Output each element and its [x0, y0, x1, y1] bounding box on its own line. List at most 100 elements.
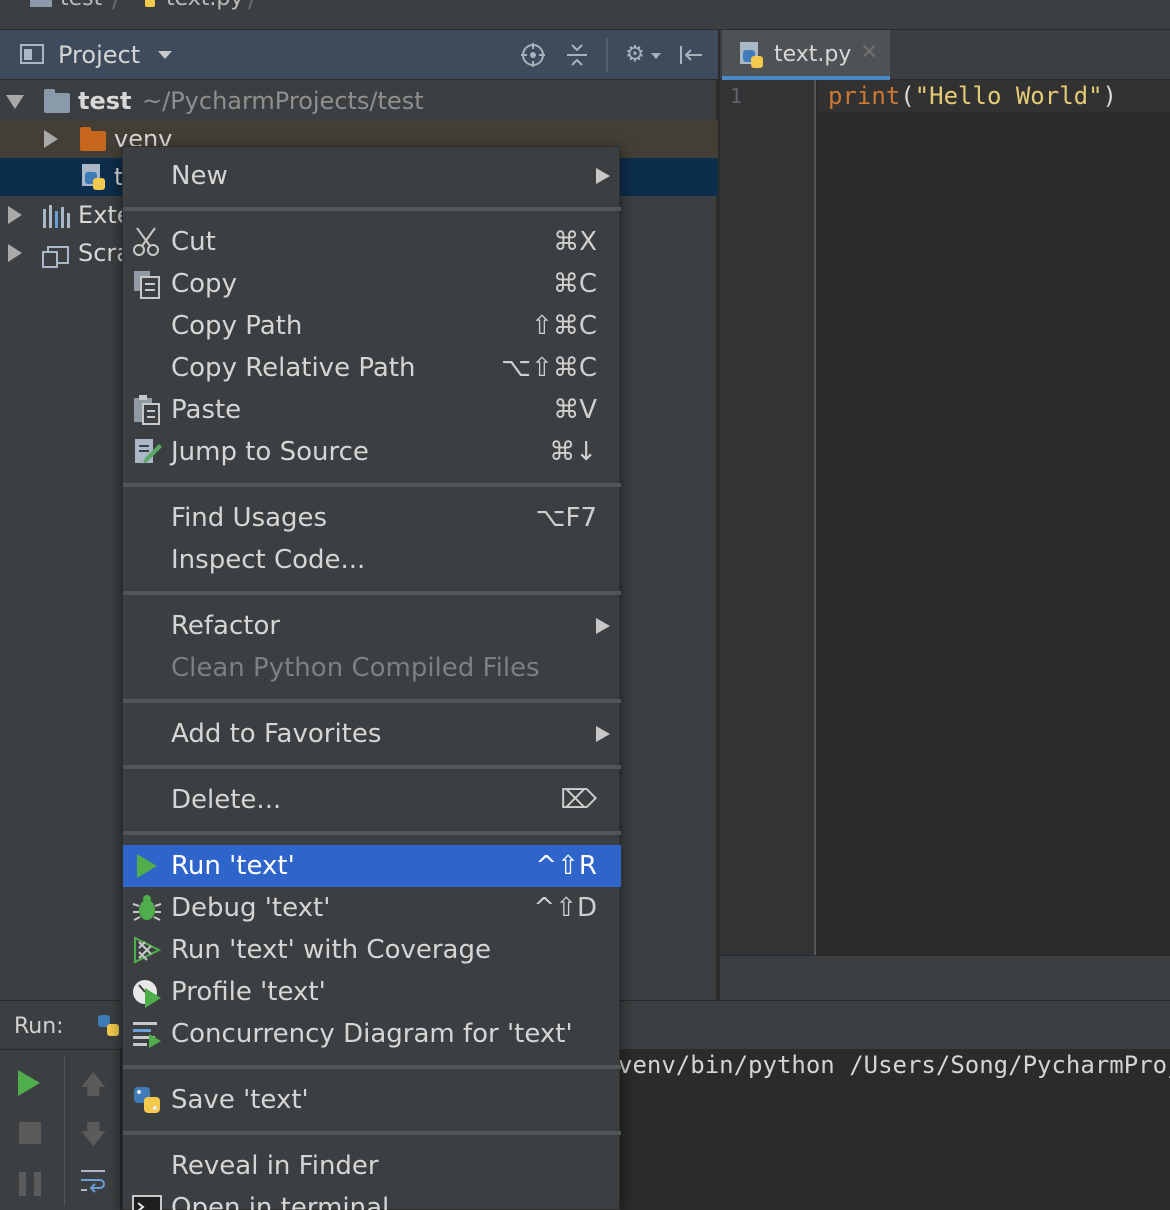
arrow-up-icon[interactable]: 🡅: [80, 1066, 107, 1110]
menu-item-copy-relative-path[interactable]: Copy Relative Path ⌥⇧⌘C: [123, 347, 621, 389]
menu-item-save[interactable]: Save 'text': [123, 1079, 621, 1121]
menu-item-copy-path[interactable]: Copy Path ⇧⌘C: [123, 305, 621, 347]
menu-separator: [123, 483, 621, 487]
menu-separator: [123, 591, 621, 595]
project-view-icon: [20, 43, 46, 67]
menu-item-run[interactable]: Run 'text' ^⇧R: [123, 845, 621, 887]
editor-code-area[interactable]: print("Hello World"): [818, 80, 1170, 955]
expand-arrow-icon[interactable]: [6, 95, 24, 109]
menu-item-jump-to-source[interactable]: Jump to Source ⌘↓: [123, 431, 621, 473]
bug-icon: [131, 892, 163, 924]
scissors-icon: [131, 226, 163, 258]
menu-item-reveal-in-finder[interactable]: Reveal in Finder: [123, 1145, 621, 1187]
tree-item-path: ~/PycharmProjects/test: [142, 87, 424, 115]
stop-icon[interactable]: [19, 1122, 41, 1144]
menu-separator: [123, 699, 621, 703]
menu-item-label: Refactor: [171, 611, 281, 641]
python-file-icon: [80, 162, 110, 192]
context-menu: New Cut ⌘X Copy ⌘C Copy Path ⇧⌘C Copy Re…: [122, 146, 621, 1210]
editor-tab-text-py[interactable]: text.py ✕: [722, 30, 890, 80]
folder-icon: [44, 89, 70, 113]
pause-icon[interactable]: [19, 1172, 41, 1196]
run-panel-label: Run:: [14, 1014, 64, 1039]
menu-item-label: Profile 'text': [171, 977, 326, 1007]
chevron-down-icon[interactable]: [651, 53, 661, 59]
menu-item-label: Copy Relative Path: [171, 353, 416, 383]
menu-item-shortcut: ⌥F7: [535, 503, 597, 533]
submenu-arrow-icon: [596, 618, 610, 634]
locate-target-icon[interactable]: [520, 42, 546, 68]
submenu-arrow-icon: [596, 168, 610, 184]
line-number: 1: [730, 84, 743, 108]
menu-item-find-usages[interactable]: Find Usages ⌥F7: [123, 497, 621, 539]
expand-arrow-icon[interactable]: [44, 130, 58, 148]
menu-item-concurrency-diagram[interactable]: Concurrency Diagram for 'text': [123, 1013, 621, 1055]
menu-item-label: Paste: [171, 395, 242, 425]
breadcrumb-label: test: [60, 0, 102, 11]
library-icon: [42, 202, 72, 228]
menu-item-open-in-terminal[interactable]: Open in terminal: [123, 1187, 621, 1210]
coverage-icon: [131, 934, 163, 966]
breadcrumb-item-file[interactable]: text.py: [136, 0, 243, 11]
code-string: "Hello World": [914, 82, 1103, 110]
python-run-config-icon[interactable]: [96, 1013, 122, 1039]
menu-separator: [123, 1065, 621, 1069]
menu-item-shortcut: ^⇧R: [535, 851, 597, 881]
menu-item-paste[interactable]: Paste ⌘V: [123, 389, 621, 431]
copy-icon: [131, 268, 163, 300]
menu-item-shortcut: ⇧⌘C: [531, 311, 597, 341]
menu-item-shortcut: ⌦: [560, 785, 597, 815]
play-icon[interactable]: [18, 1070, 40, 1096]
breadcrumb-item-test[interactable]: test: [30, 0, 102, 11]
menu-separator: [123, 207, 621, 211]
gear-icon[interactable]: ⚙: [622, 42, 648, 68]
menu-item-cut[interactable]: Cut ⌘X: [123, 221, 621, 263]
play-icon: [131, 850, 163, 882]
expand-arrow-icon[interactable]: [8, 244, 22, 262]
close-icon[interactable]: ✕: [860, 40, 878, 65]
header-divider: [606, 38, 608, 72]
paste-icon: [131, 394, 163, 426]
menu-item-label: Clean Python Compiled Files: [171, 653, 540, 683]
menu-item-debug[interactable]: Debug 'text' ^⇧D: [123, 887, 621, 929]
menu-item-refactor[interactable]: Refactor: [123, 605, 621, 647]
hide-panel-icon[interactable]: [678, 42, 704, 68]
soft-wrap-icon[interactable]: [78, 1166, 108, 1196]
editor-gutter: 1: [720, 80, 816, 955]
chevron-down-icon[interactable]: [158, 51, 172, 59]
menu-item-label: Copy Path: [171, 311, 303, 341]
menu-item-label: Inspect Code...: [171, 545, 366, 575]
menu-item-shortcut: ^⇧D: [533, 893, 597, 923]
collapse-all-icon[interactable]: [564, 42, 590, 68]
menu-item-profile[interactable]: Profile 'text': [123, 971, 621, 1013]
breadcrumb-label: text.py: [166, 0, 243, 11]
menu-item-clean-python-compiled-files: Clean Python Compiled Files: [123, 647, 621, 689]
menu-item-new[interactable]: New: [123, 155, 621, 197]
menu-item-label: New: [171, 161, 228, 191]
menu-item-copy[interactable]: Copy ⌘C: [123, 263, 621, 305]
menu-item-inspect-code[interactable]: Inspect Code...: [123, 539, 621, 581]
code-punctuation: ): [1102, 82, 1117, 110]
folder-icon: [30, 0, 52, 7]
expand-arrow-icon[interactable]: [8, 206, 22, 224]
menu-item-shortcut: ⌘↓: [549, 437, 597, 467]
arrow-down-icon[interactable]: 🡇: [80, 1116, 107, 1160]
menu-item-shortcut: ⌘X: [553, 227, 597, 257]
menu-item-label: Debug 'text': [171, 893, 331, 923]
menu-item-label: Delete...: [171, 785, 282, 815]
editor-tab-bar: text.py ✕: [720, 30, 1170, 80]
scratches-icon: [42, 242, 70, 268]
menu-item-run-with-coverage[interactable]: Run 'text' with Coverage: [123, 929, 621, 971]
menu-separator: [123, 765, 621, 769]
menu-item-label: Cut: [171, 227, 216, 257]
menu-item-label: Find Usages: [171, 503, 328, 533]
menu-item-label: Concurrency Diagram for 'text': [171, 1019, 573, 1049]
python-file-icon: [136, 0, 158, 10]
code-line[interactable]: print("Hello World"): [828, 82, 1117, 110]
menu-item-add-to-favorites[interactable]: Add to Favorites: [123, 713, 621, 755]
menu-item-delete[interactable]: Delete... ⌦: [123, 779, 621, 821]
tree-item-test[interactable]: test ~/PycharmProjects/test: [0, 82, 718, 120]
code-punctuation: (: [900, 82, 915, 110]
project-panel-title[interactable]: Project: [58, 41, 140, 69]
code-keyword: print: [828, 82, 901, 110]
